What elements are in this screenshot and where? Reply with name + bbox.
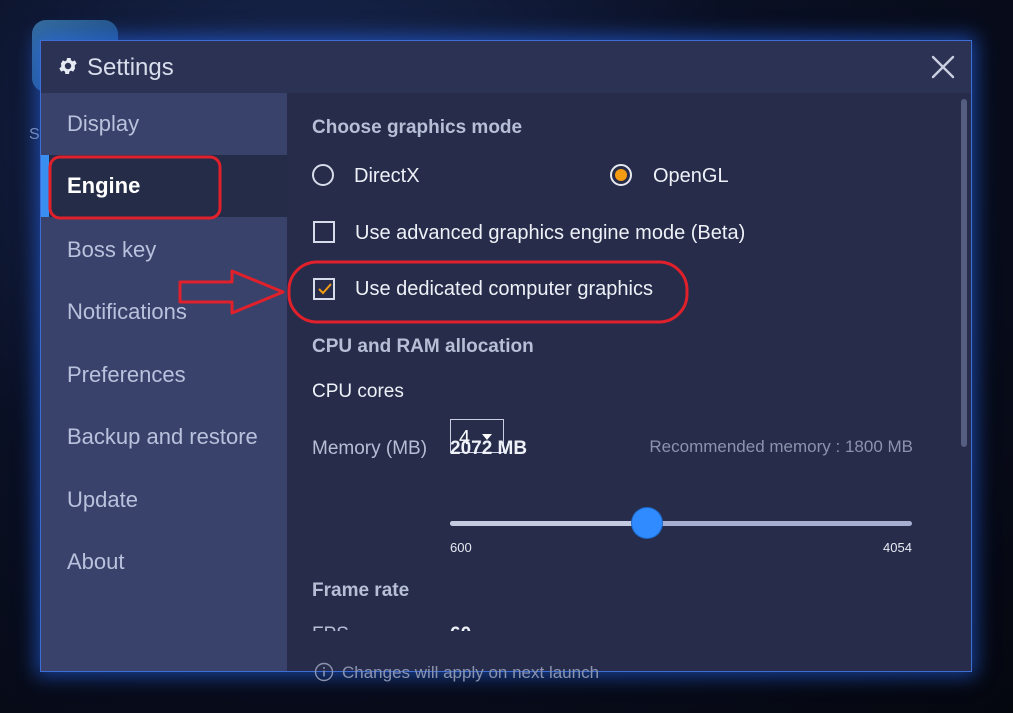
directx-radio[interactable] xyxy=(312,164,334,186)
memory-slider-fill xyxy=(450,521,647,526)
memory-label: Memory (MB) xyxy=(312,438,428,459)
memory-recommended: Recommended memory : 1800 MB xyxy=(649,437,913,456)
memory-min-label: 600 xyxy=(450,540,472,555)
sidebar-item-preferences[interactable]: Preferences xyxy=(41,344,287,406)
sidebar-item-about[interactable]: About xyxy=(41,531,287,593)
gear-icon xyxy=(59,58,77,74)
checkmark-icon xyxy=(318,283,332,295)
cpu-ram-heading: CPU and RAM allocation xyxy=(312,336,534,357)
content-scrollbar[interactable] xyxy=(961,99,967,447)
sidebar-item-engine[interactable]: Engine xyxy=(41,155,287,217)
cpu-cores-label: CPU cores xyxy=(312,381,404,402)
engine-settings-panel: Choose graphics mode DirectX OpenGL Use … xyxy=(287,93,971,682)
directx-label[interactable]: DirectX xyxy=(354,165,420,188)
advanced-engine-label[interactable]: Use advanced graphics engine mode (Beta) xyxy=(355,222,745,245)
opengl-label[interactable]: OpenGL xyxy=(653,165,729,188)
sidebar-item-backup-and-restore[interactable]: Backup and restore xyxy=(41,406,287,468)
advanced-engine-checkbox[interactable] xyxy=(313,221,335,243)
settings-window: Settings Display Engine Boss key Notific… xyxy=(40,40,972,682)
scroll-fade xyxy=(287,631,959,651)
memory-max-label: 4054 xyxy=(883,540,912,555)
sidebar-item-display[interactable]: Display xyxy=(41,93,287,155)
settings-sidebar: Display Engine Boss key Notifications Pr… xyxy=(41,93,287,671)
graphics-mode-heading: Choose graphics mode xyxy=(312,117,523,138)
title-bar: Settings xyxy=(41,41,971,93)
memory-slider-thumb[interactable] xyxy=(631,508,662,538)
sidebar-item-update[interactable]: Update xyxy=(41,469,287,531)
info-icon xyxy=(314,662,334,682)
dedicated-graphics-label[interactable]: Use dedicated computer graphics xyxy=(355,278,653,301)
dedicated-graphics-checkbox[interactable] xyxy=(313,278,335,300)
sidebar-item-notifications[interactable]: Notifications xyxy=(41,281,287,343)
frame-rate-heading: Frame rate xyxy=(312,580,410,601)
close-icon[interactable] xyxy=(929,53,957,81)
memory-value: 2072 MB xyxy=(450,438,528,459)
sidebar-item-boss-key[interactable]: Boss key xyxy=(41,219,287,281)
background-app-label: S xyxy=(29,126,40,143)
footer-note: Changes will apply on next launch xyxy=(342,663,600,682)
opengl-radio[interactable] xyxy=(610,164,632,186)
memory-slider[interactable] xyxy=(450,508,912,538)
window-title: Settings xyxy=(87,54,174,81)
